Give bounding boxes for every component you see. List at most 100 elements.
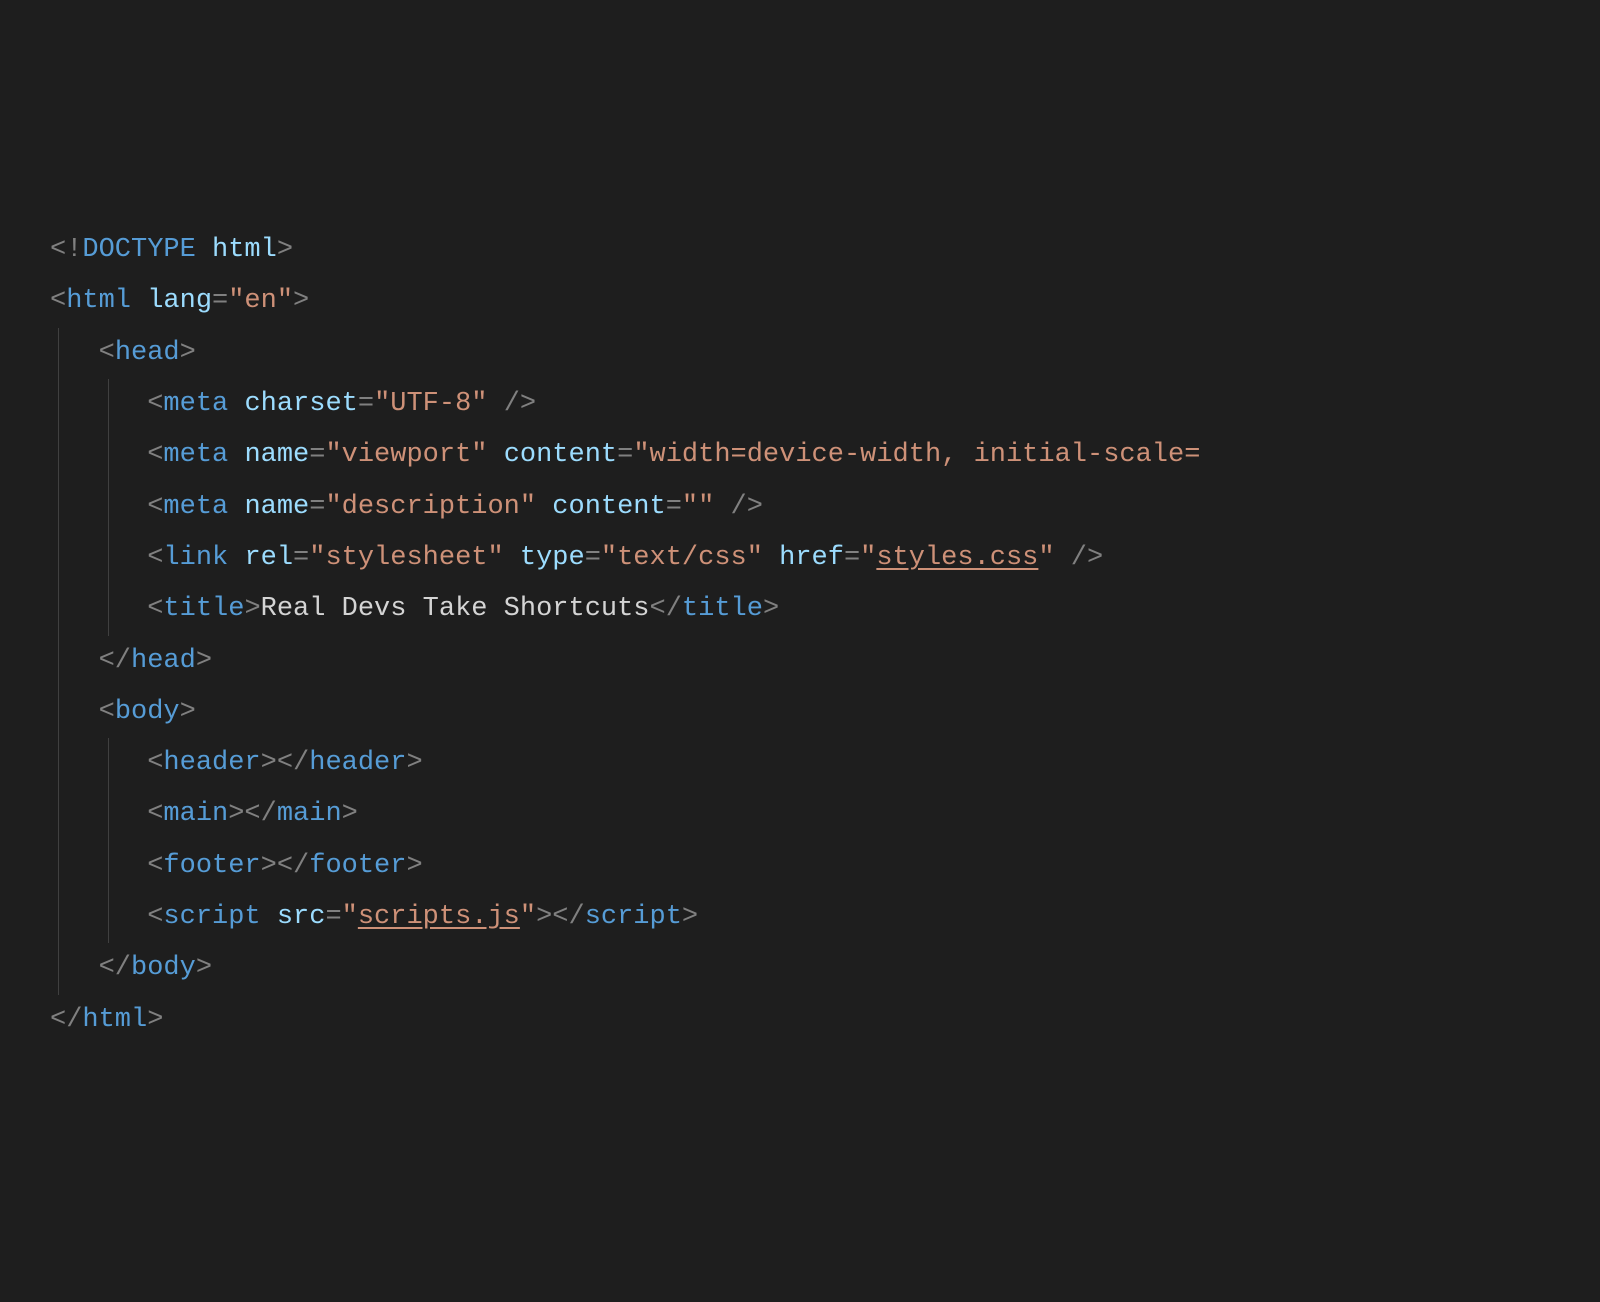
tag-name: link xyxy=(163,543,228,573)
tag-name: meta xyxy=(163,440,228,470)
attribute-value: "text/css" xyxy=(601,543,763,573)
indent-guide xyxy=(58,687,59,738)
punctuation: /> xyxy=(504,389,536,419)
attribute-value: "" xyxy=(682,492,714,522)
indent-guide xyxy=(108,430,109,481)
attribute-value: "viewport" xyxy=(325,440,487,470)
whitespace xyxy=(228,389,244,419)
punctuation: = xyxy=(358,389,374,419)
whitespace xyxy=(714,492,730,522)
indent-guide xyxy=(58,584,59,635)
indent xyxy=(50,799,147,829)
punctuation: = xyxy=(617,440,633,470)
punctuation: > xyxy=(180,338,196,368)
tag-name: main xyxy=(277,799,342,829)
code-line[interactable]: <head> xyxy=(50,328,1600,379)
punctuation: = xyxy=(293,543,309,573)
indent xyxy=(50,851,147,881)
punctuation: <! xyxy=(50,235,82,265)
tag-name: body xyxy=(131,953,196,983)
indent-guide xyxy=(108,482,109,533)
attribute-name: content xyxy=(552,492,665,522)
tag-name: html xyxy=(66,286,131,316)
punctuation: ></ xyxy=(536,902,585,932)
code-editor-view[interactable]: <!DOCTYPE html><html lang="en"> <head> <… xyxy=(50,225,1600,1046)
code-line[interactable]: <link rel="stylesheet" type="text/css" h… xyxy=(50,533,1600,584)
indent-guide xyxy=(108,379,109,430)
punctuation: < xyxy=(99,697,115,727)
code-line[interactable]: </head> xyxy=(50,636,1600,687)
attribute-quote: " xyxy=(860,543,876,573)
punctuation: = xyxy=(666,492,682,522)
attribute-value: "description" xyxy=(325,492,536,522)
whitespace xyxy=(261,902,277,932)
code-line[interactable]: <header></header> xyxy=(50,738,1600,789)
punctuation: < xyxy=(147,799,163,829)
code-line[interactable]: <meta charset="UTF-8" /> xyxy=(50,379,1600,430)
tag-name: head xyxy=(115,338,180,368)
indent xyxy=(50,440,147,470)
punctuation: = xyxy=(585,543,601,573)
attribute-name: lang xyxy=(147,286,212,316)
code-line[interactable]: </body> xyxy=(50,943,1600,994)
attribute-name: charset xyxy=(244,389,357,419)
punctuation: ></ xyxy=(261,851,310,881)
punctuation: > xyxy=(342,799,358,829)
attribute-value-link[interactable]: styles.css xyxy=(876,543,1038,573)
code-line[interactable]: <body> xyxy=(50,687,1600,738)
attribute-name: rel xyxy=(244,543,293,573)
whitespace xyxy=(536,492,552,522)
code-line[interactable]: <title>Real Devs Take Shortcuts</title> xyxy=(50,584,1600,635)
punctuation: </ xyxy=(650,594,682,624)
tag-name: footer xyxy=(309,851,406,881)
doctype-keyword: DOCTYPE xyxy=(82,235,195,265)
indent-guide xyxy=(58,328,59,379)
punctuation: < xyxy=(147,543,163,573)
whitespace xyxy=(487,440,503,470)
punctuation: /> xyxy=(731,492,763,522)
attribute-value: "en" xyxy=(228,286,293,316)
punctuation: < xyxy=(147,492,163,522)
attribute-name: href xyxy=(779,543,844,573)
punctuation: > xyxy=(180,697,196,727)
tag-name: script xyxy=(585,902,682,932)
punctuation: = xyxy=(309,440,325,470)
tag-name: footer xyxy=(163,851,260,881)
punctuation: < xyxy=(99,338,115,368)
whitespace xyxy=(131,286,147,316)
code-line[interactable]: <main></main> xyxy=(50,789,1600,840)
whitespace xyxy=(487,389,503,419)
code-line[interactable]: <footer></footer> xyxy=(50,841,1600,892)
indent-guide xyxy=(58,482,59,533)
punctuation: > xyxy=(763,594,779,624)
indent xyxy=(50,594,147,624)
code-line[interactable]: <meta name="viewport" content="width=dev… xyxy=(50,430,1600,481)
code-line[interactable]: <html lang="en"> xyxy=(50,276,1600,327)
indent xyxy=(50,902,147,932)
punctuation: ></ xyxy=(261,748,310,778)
code-line[interactable]: </html> xyxy=(50,995,1600,1046)
indent-guide xyxy=(108,738,109,789)
punctuation: /> xyxy=(1071,543,1103,573)
attribute-value-link[interactable]: scripts.js xyxy=(358,902,520,932)
attribute-name: content xyxy=(504,440,617,470)
punctuation: < xyxy=(147,389,163,419)
attribute-value: "UTF-8" xyxy=(374,389,487,419)
indent-guide xyxy=(108,533,109,584)
punctuation: > xyxy=(244,594,260,624)
code-line[interactable]: <!DOCTYPE html> xyxy=(50,225,1600,276)
whitespace xyxy=(228,492,244,522)
whitespace xyxy=(228,440,244,470)
punctuation: > xyxy=(196,953,212,983)
punctuation: ></ xyxy=(228,799,277,829)
punctuation: < xyxy=(147,851,163,881)
punctuation: = xyxy=(844,543,860,573)
indent xyxy=(50,389,147,419)
tag-name: meta xyxy=(163,492,228,522)
tag-name: html xyxy=(82,1005,147,1035)
punctuation: = xyxy=(309,492,325,522)
indent-guide xyxy=(58,738,59,789)
attribute-quote: " xyxy=(342,902,358,932)
code-line[interactable]: <meta name="description" content="" /> xyxy=(50,482,1600,533)
indent xyxy=(50,543,147,573)
